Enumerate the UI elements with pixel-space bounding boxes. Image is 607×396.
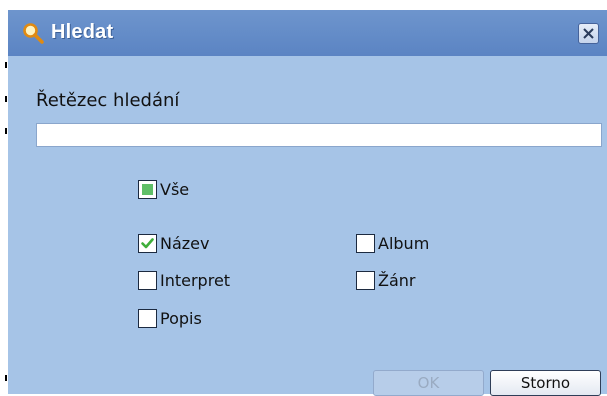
checkbox-all[interactable]: Vše	[138, 178, 189, 200]
background-mark	[5, 62, 7, 68]
background-mark	[5, 375, 7, 381]
dialog-title: Hledat	[51, 21, 114, 43]
checkbox-album-label: Album	[378, 233, 430, 253]
indeterminate-icon	[142, 183, 153, 195]
checkmark-icon	[141, 237, 154, 248]
close-button[interactable]	[578, 23, 599, 44]
checkbox-artist[interactable]: Interpret	[138, 269, 230, 291]
checkbox-genre-label: Žánr	[378, 270, 416, 290]
background-mark	[5, 96, 7, 102]
checkbox-name[interactable]: Název	[138, 232, 209, 254]
close-icon	[583, 28, 594, 39]
background-mark	[5, 128, 7, 134]
checkbox-name-box[interactable]	[138, 233, 157, 253]
checkbox-genre[interactable]: Žánr	[356, 269, 415, 291]
checkbox-album[interactable]: Album	[356, 232, 429, 254]
checkbox-genre-box[interactable]	[356, 270, 375, 290]
checkbox-all-box[interactable]	[138, 179, 157, 199]
search-dialog: Hledat Řetězec hledání Vše Název Album I…	[8, 10, 607, 396]
cancel-button[interactable]: Storno	[490, 370, 601, 396]
search-string-label: Řetězec hledání	[36, 90, 180, 111]
checkbox-artist-label: Interpret	[160, 270, 231, 290]
search-input[interactable]	[36, 123, 602, 147]
checkbox-description-label: Popis	[160, 308, 202, 328]
checkbox-description[interactable]: Popis	[138, 307, 202, 329]
checkbox-all-label: Vše	[160, 179, 190, 199]
checkbox-album-box[interactable]	[356, 233, 375, 253]
checkbox-name-label: Název	[160, 233, 210, 253]
dialog-titlebar[interactable]: Hledat	[8, 10, 607, 56]
magnifier-icon	[22, 22, 44, 44]
checkbox-artist-box[interactable]	[138, 270, 157, 290]
ok-button[interactable]: OK	[373, 370, 484, 396]
checkbox-description-box[interactable]	[138, 308, 157, 328]
